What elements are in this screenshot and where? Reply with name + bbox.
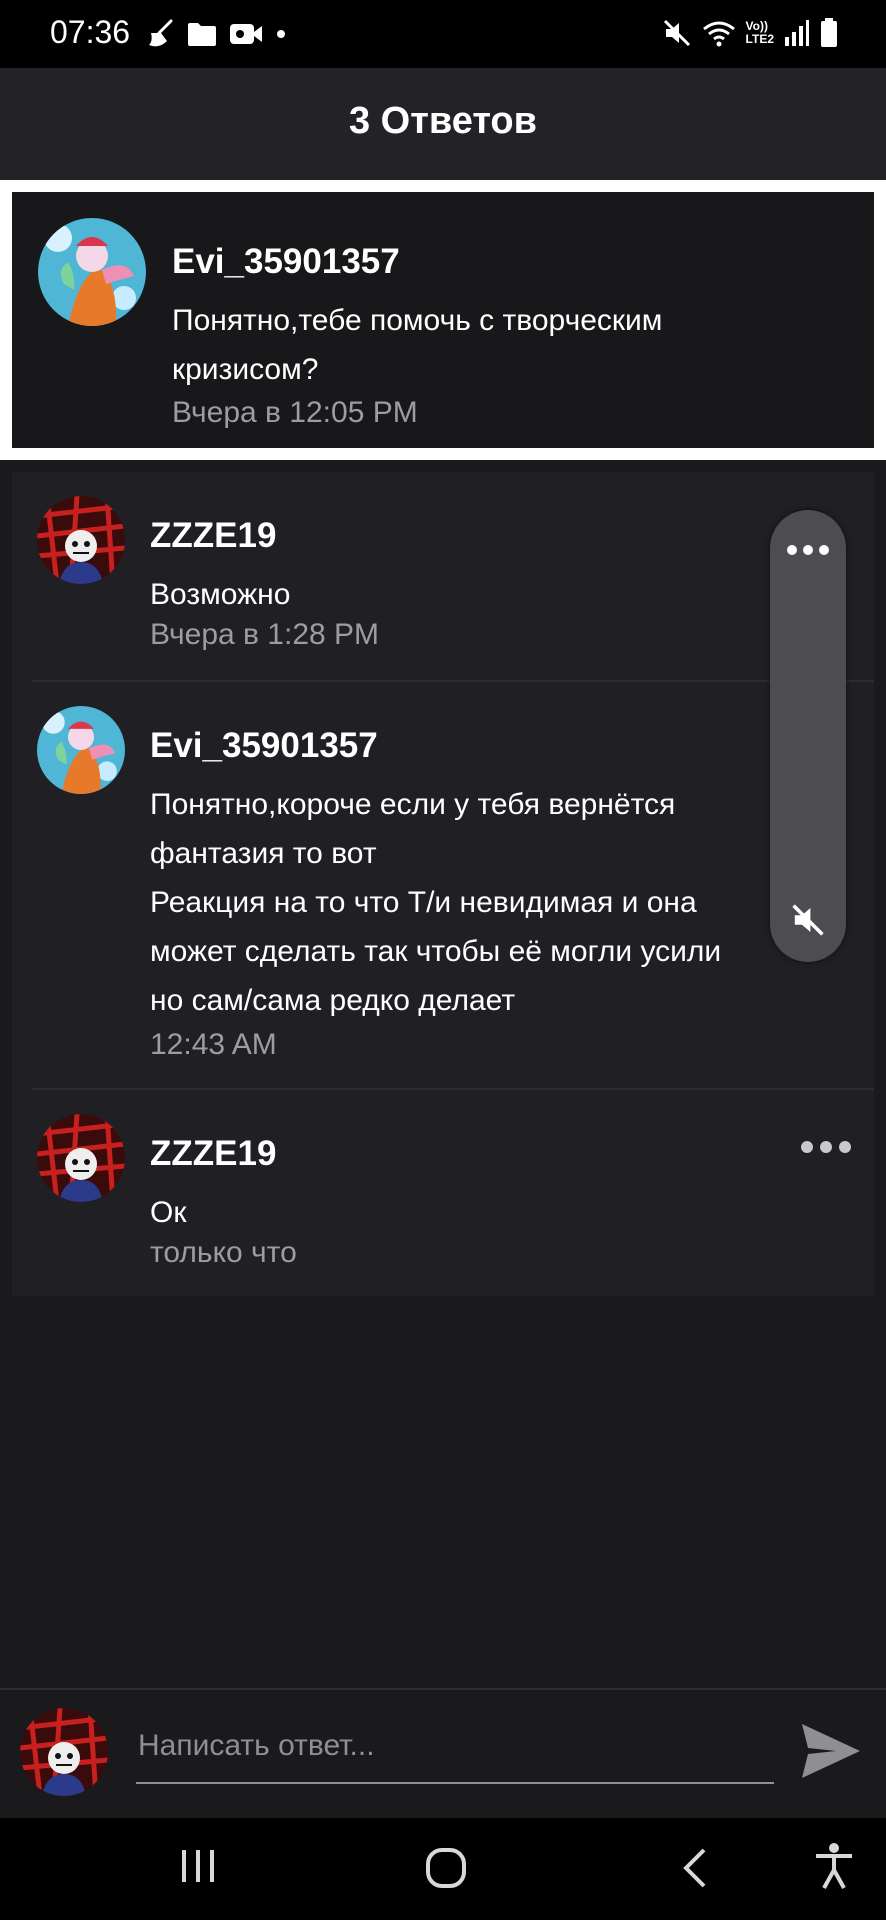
reply-timestamp: 12:43 AM [150, 1028, 277, 1061]
more-options-icon[interactable] [800, 1140, 852, 1154]
reply-author[interactable]: ZZZE19 [150, 516, 276, 556]
avatar[interactable] [38, 218, 146, 326]
video-camera-icon [230, 24, 262, 44]
comment-text: Понятно,тебе помочь с творческим [172, 304, 663, 337]
reply-author[interactable]: ZZZE19 [150, 1134, 276, 1174]
send-icon[interactable] [800, 1722, 862, 1780]
page-title: 3 Ответов [348, 100, 538, 142]
more-options-icon[interactable] [786, 544, 830, 556]
comment-author[interactable]: Evi_35901357 [172, 242, 400, 282]
system-nav-bar [0, 1818, 886, 1920]
reply-text: Реакция на то что Т/и невидимая и она [150, 886, 697, 919]
avatar[interactable] [37, 706, 125, 794]
parent-comment-highlight: Evi_35901357 Понятно,тебе помочь с творч… [0, 180, 886, 460]
signal-icon [785, 20, 809, 46]
reply-input[interactable] [136, 1710, 774, 1784]
replies-list: ZZZE19 Возможно Вчера в 1:28 PM Evi_3590… [12, 472, 874, 1296]
reply-text: может сделать так чтобы её могли усили [150, 935, 722, 968]
reply-item[interactable]: Evi_35901357 Понятно,короче если у тебя … [12, 682, 874, 1088]
comment-text: кризисом? [172, 353, 319, 386]
header: 3 Ответов [0, 68, 886, 180]
mute-icon[interactable] [790, 902, 826, 938]
parent-comment[interactable]: Evi_35901357 Понятно,тебе помочь с творч… [12, 192, 874, 448]
reply-item[interactable]: ZZZE19 Ок только что [12, 1090, 874, 1296]
broom-icon [149, 19, 173, 47]
status-bar: 07:36 Vo)) LTE2 [0, 0, 886, 68]
reply-timestamp: только что [150, 1236, 297, 1269]
reply-composer [0, 1688, 886, 1820]
volte-label-bottom: LTE2 [745, 32, 774, 46]
reply-text: фантазия то вот [150, 837, 377, 870]
comment-timestamp: Вчера в 12:05 PM [172, 396, 418, 429]
status-right-icons: Vo)) LTE2 [662, 16, 838, 50]
mute-icon [663, 19, 690, 47]
reply-text: Возможно [150, 578, 291, 611]
back-icon[interactable] [680, 1846, 710, 1890]
status-left-icons [145, 18, 287, 50]
battery-icon [821, 18, 837, 47]
reply-text: но сам/сама редко делает [150, 984, 516, 1017]
volte-icon: Vo)) LTE2 [746, 20, 774, 46]
dot-icon [277, 30, 285, 38]
reply-text: Понятно,короче если у тебя вернётся [150, 788, 676, 821]
wifi-icon [702, 21, 735, 47]
home-icon[interactable] [424, 1846, 468, 1890]
reply-item[interactable]: ZZZE19 Возможно Вчера в 1:28 PM [12, 472, 874, 680]
reply-timestamp: Вчера в 1:28 PM [150, 618, 380, 651]
avatar [20, 1708, 108, 1796]
avatar[interactable] [37, 1114, 125, 1202]
accessibility-icon[interactable] [814, 1842, 854, 1890]
recent-apps-icon[interactable] [178, 1846, 218, 1886]
reply-text: Ок [150, 1196, 187, 1229]
reply-author[interactable]: Evi_35901357 [150, 726, 378, 766]
folder-icon [188, 23, 216, 46]
floating-control-panel[interactable] [770, 510, 846, 962]
status-time: 07:36 [50, 14, 131, 50]
avatar[interactable] [37, 496, 125, 584]
